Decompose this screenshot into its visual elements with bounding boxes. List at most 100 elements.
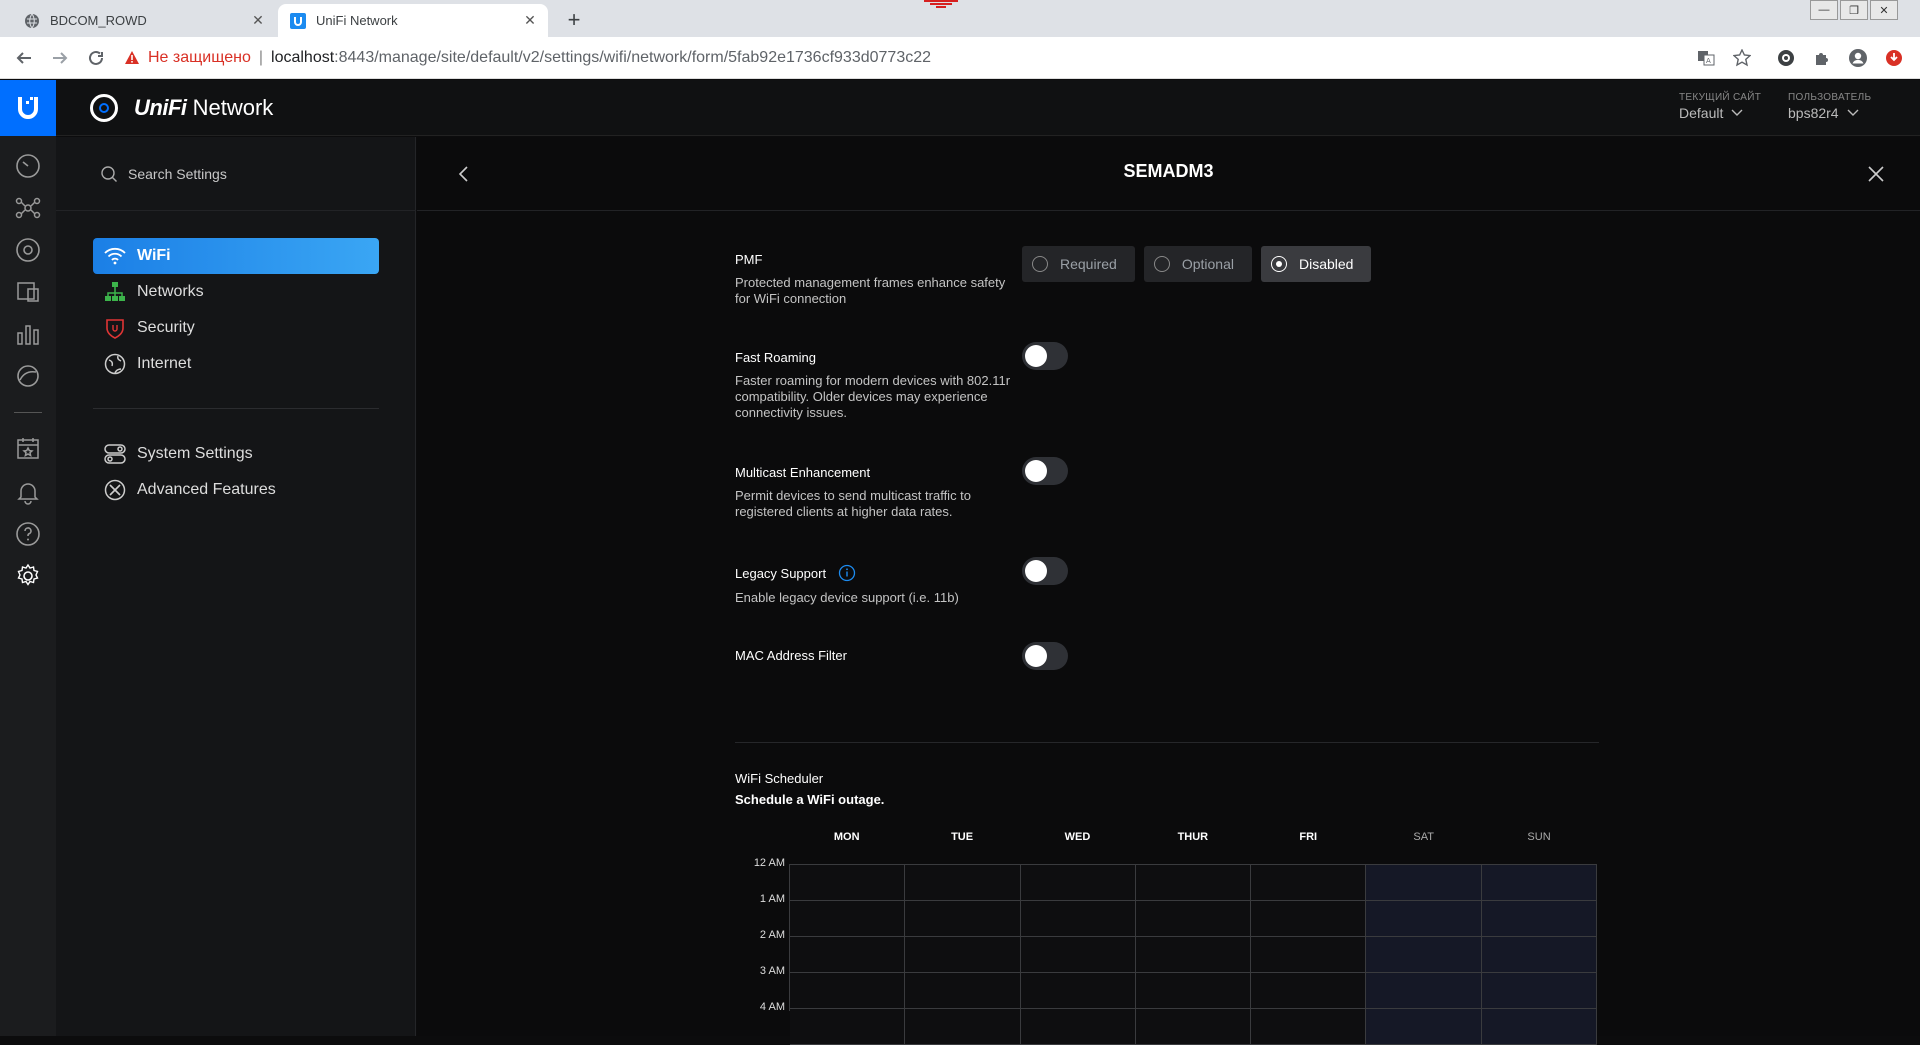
pmf-option-disabled[interactable]: Disabled (1260, 246, 1372, 282)
search-settings-input[interactable] (126, 165, 346, 183)
schedule-cell[interactable] (1020, 865, 1136, 901)
minimize-button[interactable]: — (1810, 0, 1838, 20)
schedule-cell[interactable] (1020, 1009, 1136, 1045)
wifi-icon (103, 244, 127, 268)
forward-arrow-icon[interactable] (48, 46, 72, 70)
schedule-cell[interactable] (1481, 1009, 1597, 1045)
legacy-support-toggle[interactable] (1022, 557, 1068, 585)
schedule-cell[interactable] (1481, 865, 1597, 901)
schedule-cell[interactable] (1251, 865, 1367, 901)
schedule-cell[interactable] (790, 865, 906, 901)
toggles-icon (103, 442, 127, 466)
schedule-cell[interactable] (905, 1009, 1021, 1045)
update-icon[interactable] (1882, 46, 1906, 70)
sidebar-item-system-settings[interactable]: System Settings (93, 436, 379, 472)
schedule-cell[interactable] (1135, 901, 1252, 937)
schedule-cell[interactable] (905, 865, 1021, 901)
schedule-cell[interactable] (905, 937, 1021, 973)
restore-button[interactable]: ❐ (1840, 0, 1868, 20)
clients-icon[interactable] (14, 278, 42, 306)
schedule-cell[interactable] (790, 1009, 906, 1045)
schedule-cell[interactable] (1366, 937, 1482, 973)
schedule-cell[interactable] (1366, 973, 1482, 1009)
sidebar-item-advanced-features[interactable]: Advanced Features (93, 472, 379, 508)
profile-icon[interactable] (1846, 46, 1870, 70)
schedule-cell[interactable] (1366, 865, 1482, 901)
info-icon[interactable] (838, 564, 856, 582)
schedule-cell[interactable] (1251, 1009, 1367, 1045)
devices-icon[interactable] (14, 236, 42, 264)
schedule-cell[interactable] (1481, 973, 1597, 1009)
schedule-cell[interactable] (790, 973, 906, 1009)
alarms-bell-icon[interactable] (14, 478, 42, 506)
help-icon[interactable] (14, 520, 42, 548)
schedule-cell[interactable] (790, 937, 906, 973)
user-selector[interactable]: ПОЛЬЗОВАТЕЛЬ bps82r4 (1788, 92, 1871, 121)
multicast-toggle[interactable] (1022, 457, 1068, 485)
puzzle-icon[interactable] (1810, 46, 1834, 70)
radio-label: Optional (1181, 256, 1234, 272)
not-secure-label[interactable]: Не защищено (148, 49, 251, 67)
new-tab-button[interactable]: + (560, 6, 588, 34)
schedule-cell[interactable] (1020, 901, 1136, 937)
unifi-logo-icon[interactable] (0, 80, 56, 136)
radio-circle-icon (1153, 256, 1170, 272)
back-arrow-icon[interactable] (12, 46, 36, 70)
schedule-cell[interactable] (1481, 937, 1597, 973)
unifi-brand[interactable]: UniFi Network (90, 94, 273, 122)
topology-icon[interactable] (14, 194, 42, 222)
browser-tab-unifi[interactable]: UniFi Network ✕ (278, 4, 548, 37)
sidebar-item-internet[interactable]: Internet (93, 346, 379, 382)
sidebar-item-label: Security (137, 319, 195, 336)
pmf-option-required[interactable]: Required (1022, 246, 1135, 282)
sidebar-item-networks[interactable]: Networks (93, 274, 379, 310)
close-icon[interactable] (1865, 163, 1887, 185)
dashboard-icon[interactable] (14, 152, 42, 180)
schedule-cell[interactable] (1135, 937, 1252, 973)
user-value: bps82r4 (1788, 105, 1839, 121)
events-icon[interactable] (14, 434, 42, 462)
schedule-cell[interactable] (1251, 973, 1367, 1009)
browser-tab-bar: BDCOM_ROWD ✕ UniFi Network ✕ + — ❐ ✕ (0, 0, 1920, 37)
tab-title: UniFi Network (316, 13, 398, 28)
bookmark-star-icon[interactable] (1730, 46, 1754, 70)
pmf-radio-group: Required Optional Disabled (1022, 246, 1372, 282)
schedule-cell[interactable] (1135, 973, 1252, 1009)
unifi-circle-logo-icon (90, 94, 118, 122)
pmf-option-optional[interactable]: Optional (1143, 246, 1252, 282)
insights-icon[interactable] (14, 362, 42, 390)
schedule-cell[interactable] (1366, 1009, 1482, 1045)
close-window-button[interactable]: ✕ (1870, 0, 1898, 20)
schedule-cell[interactable] (1135, 865, 1252, 901)
close-tab-icon[interactable]: ✕ (520, 11, 540, 31)
browser-tab-bdcom[interactable]: BDCOM_ROWD ✕ (12, 4, 276, 37)
fast-roaming-toggle[interactable] (1022, 342, 1068, 370)
schedule-cell[interactable] (1135, 1009, 1252, 1045)
url-path: :8443/manage/site/default/v2/settings/wi… (334, 49, 932, 66)
legacy-support-title: Legacy Support (735, 565, 827, 581)
day-header: SUN (1527, 831, 1551, 843)
schedule-cell[interactable] (1251, 937, 1367, 973)
schedule-cell[interactable] (905, 901, 1021, 937)
schedule-cell[interactable] (1020, 973, 1136, 1009)
sidebar-item-security[interactable]: Security (93, 310, 379, 346)
schedule-cell[interactable] (1481, 901, 1597, 937)
statistics-icon[interactable] (14, 320, 42, 348)
sidebar-item-wifi[interactable]: WiFi (93, 238, 379, 274)
day-header: TUE (951, 831, 974, 843)
close-tab-icon[interactable]: ✕ (248, 11, 268, 31)
fast-roaming-title: Fast Roaming (735, 350, 816, 365)
site-selector[interactable]: ТЕКУЩИЙ САЙТ Default (1679, 92, 1761, 121)
settings-gear-icon[interactable] (14, 562, 42, 590)
schedule-cell[interactable] (1366, 901, 1482, 937)
translate-icon[interactable]: A (1694, 46, 1718, 70)
schedule-cell[interactable] (905, 973, 1021, 1009)
reload-icon[interactable] (84, 46, 108, 70)
mac-filter-toggle[interactable] (1022, 642, 1068, 670)
schedule-cell[interactable] (790, 901, 906, 937)
fast-roaming-description: Faster roaming for modern devices with 8… (735, 373, 1011, 420)
url-field[interactable]: Не защищено | localhost:8443/manage/site… (124, 43, 1684, 73)
schedule-cell[interactable] (1251, 901, 1367, 937)
schedule-cell[interactable] (1020, 937, 1136, 973)
extension-icon[interactable] (1774, 46, 1798, 70)
